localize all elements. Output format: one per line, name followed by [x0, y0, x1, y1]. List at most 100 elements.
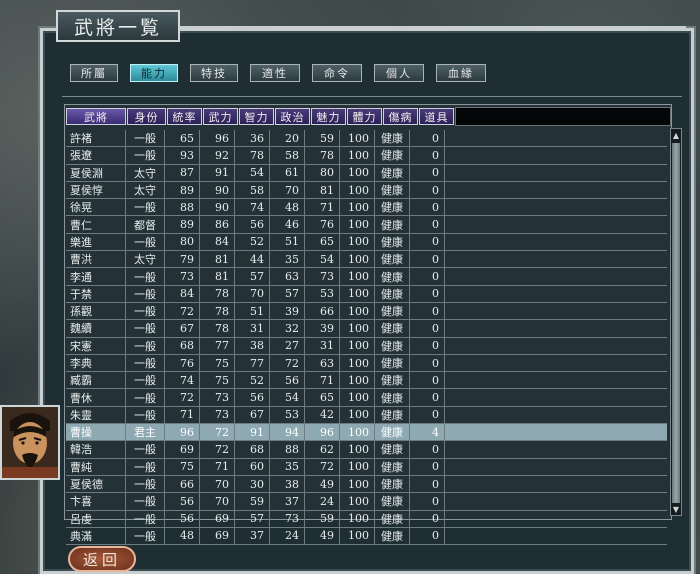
cell-name: 許褚	[66, 130, 126, 147]
cell-name: 于禁	[66, 285, 126, 302]
table-row[interactable]: 曹操 君主 96 72 91 94 96 100 健康 4	[66, 424, 667, 442]
table-row[interactable]: 李典 一般 76 75 77 72 63 100 健康 0	[66, 354, 667, 373]
cell-cha: 65	[305, 233, 340, 251]
table-row[interactable]: 曹純 一般 75 71 60 35 72 100 健康 0	[66, 458, 667, 476]
table-row[interactable]: 呂虔 一般 56 69 57 73 59 100 健康 0	[66, 510, 667, 528]
cell-lead: 75	[165, 458, 200, 475]
cell-cha: 72	[305, 458, 340, 475]
column-header-3[interactable]: 武力	[203, 108, 238, 125]
cell-name: 孫觀	[66, 302, 126, 320]
cell-cha: 66	[305, 302, 340, 320]
cell-int: 38	[235, 337, 270, 354]
table-row[interactable]: 魏續 一般 67 78 31 32 39 100 健康 0	[66, 320, 667, 338]
cell-rank: 一般	[126, 320, 165, 337]
table-scrollbar[interactable]: ▲ ▼	[670, 128, 682, 516]
cell-cha: 71	[305, 199, 340, 216]
column-header-0[interactable]: 武將	[66, 108, 126, 125]
cell-pol: 39	[270, 302, 305, 320]
title-rule	[176, 26, 686, 28]
table-row[interactable]: 宋憲 一般 68 77 38 27 31 100 健康 0	[66, 337, 667, 355]
cell-name: 曹純	[66, 458, 126, 475]
window-title: 武將一覧	[56, 10, 180, 42]
cell-lead: 56	[165, 493, 200, 510]
table-row[interactable]: 徐晃 一般 88 90 74 48 71 100 健康 0	[66, 199, 667, 217]
cell-hurt: 健康	[375, 510, 410, 527]
cell-empty	[445, 389, 667, 405]
cell-war: 90	[200, 181, 235, 199]
cell-war: 73	[200, 406, 235, 424]
column-header-8[interactable]: 傷病	[383, 108, 418, 125]
table-row[interactable]: 夏侯淵 太守 87 91 54 61 80 100 健康 0	[66, 164, 667, 182]
cell-war: 73	[200, 389, 235, 406]
table-row[interactable]: 臧霸 一般 74 75 52 56 71 100 健康 0	[66, 372, 667, 390]
cell-int: 57	[235, 510, 270, 527]
cell-hp: 100	[340, 302, 375, 320]
cell-empty	[445, 407, 667, 423]
table-row[interactable]: 于禁 一般 84 78 70 57 53 100 健康 0	[66, 285, 667, 303]
column-header-1[interactable]: 身份	[127, 108, 166, 125]
cell-hurt: 健康	[375, 147, 410, 164]
cell-item: 0	[410, 285, 445, 302]
column-header-9[interactable]: 道具	[419, 108, 454, 125]
cell-rank: 太守	[126, 181, 165, 199]
table-row[interactable]: 卞喜 一般 56 70 59 37 24 100 健康 0	[66, 493, 667, 511]
table-row[interactable]: 夏侯德 一般 66 70 30 38 49 100 健康 0	[66, 475, 667, 494]
scroll-down-icon[interactable]: ▼	[671, 503, 681, 515]
cell-int: 52	[235, 233, 270, 251]
tab-2[interactable]: 特技	[190, 64, 238, 82]
cell-pol: 58	[270, 147, 305, 164]
cell-int: 36	[235, 130, 270, 147]
table-row[interactable]: 曹休 一般 72 73 56 54 65 100 健康 0	[66, 389, 667, 407]
cell-cha: 76	[305, 216, 340, 233]
table-row[interactable]: 李通 一般 73 81 57 63 73 100 健康 0	[66, 268, 667, 286]
scroll-thumb[interactable]	[672, 143, 680, 503]
tab-5[interactable]: 個人	[374, 64, 424, 82]
cell-hurt: 健康	[375, 441, 410, 458]
cell-empty	[445, 216, 667, 232]
cell-int: 31	[235, 320, 270, 337]
column-header-4[interactable]: 智力	[239, 108, 274, 125]
cell-lead: 67	[165, 320, 200, 337]
cell-int: 59	[235, 493, 270, 510]
cell-hp: 100	[340, 372, 375, 389]
tab-6[interactable]: 血緣	[436, 64, 486, 82]
cell-rank: 一般	[126, 372, 165, 389]
table-row[interactable]: 孫觀 一般 72 78 51 39 66 100 健康 0	[66, 302, 667, 321]
tab-1[interactable]: 能力	[130, 64, 178, 82]
table-row[interactable]: 夏侯惇 太守 89 90 58 70 81 100 健康 0	[66, 181, 667, 200]
cell-empty	[445, 251, 667, 267]
tab-0[interactable]: 所屬	[70, 64, 118, 82]
cell-item: 0	[410, 233, 445, 251]
cell-rank: 一般	[126, 475, 165, 493]
cell-cha: 63	[305, 354, 340, 372]
table-header: 武將 身份 統率 武力 智力 政治 魅力 體力 傷病 道具	[66, 107, 671, 126]
table-row[interactable]: 曹洪 太守 79 81 44 35 54 100 健康 0	[66, 251, 667, 269]
cell-lead: 87	[165, 164, 200, 181]
tab-4[interactable]: 命令	[312, 64, 362, 82]
cell-empty	[445, 286, 667, 302]
cell-war: 90	[200, 199, 235, 216]
cell-name: 夏侯淵	[66, 164, 126, 181]
table-row[interactable]: 張遼 一般 93 92 78 58 78 100 健康 0	[66, 147, 667, 165]
cell-lead: 93	[165, 147, 200, 164]
cell-pol: 57	[270, 285, 305, 302]
cell-int: 78	[235, 147, 270, 164]
table-row[interactable]: 韓浩 一般 69 72 68 88 62 100 健康 0	[66, 441, 667, 459]
column-header-5[interactable]: 政治	[275, 108, 310, 125]
cell-int: 58	[235, 181, 270, 199]
cell-pol: 38	[270, 475, 305, 493]
table-row[interactable]: 曹仁 都督 89 86 56 46 76 100 健康 0	[66, 216, 667, 234]
scroll-up-icon[interactable]: ▲	[671, 129, 681, 141]
table-row[interactable]: 典滿 一般 48 69 37 24 49 100 健康 0	[66, 527, 667, 546]
column-header-6[interactable]: 魅力	[311, 108, 346, 125]
cell-lead: 72	[165, 389, 200, 406]
back-button[interactable]: 返回	[68, 546, 136, 572]
cell-item: 0	[410, 389, 445, 406]
cell-hurt: 健康	[375, 372, 410, 389]
tab-3[interactable]: 適性	[250, 64, 300, 82]
column-header-2[interactable]: 統率	[167, 108, 202, 125]
table-row[interactable]: 許褚 一般 65 96 36 20 59 100 健康 0	[66, 130, 667, 148]
column-header-7[interactable]: 體力	[347, 108, 382, 125]
table-row[interactable]: 樂進 一般 80 84 52 51 65 100 健康 0	[66, 233, 667, 252]
table-row[interactable]: 朱靈 一般 71 73 67 53 42 100 健康 0	[66, 406, 667, 425]
